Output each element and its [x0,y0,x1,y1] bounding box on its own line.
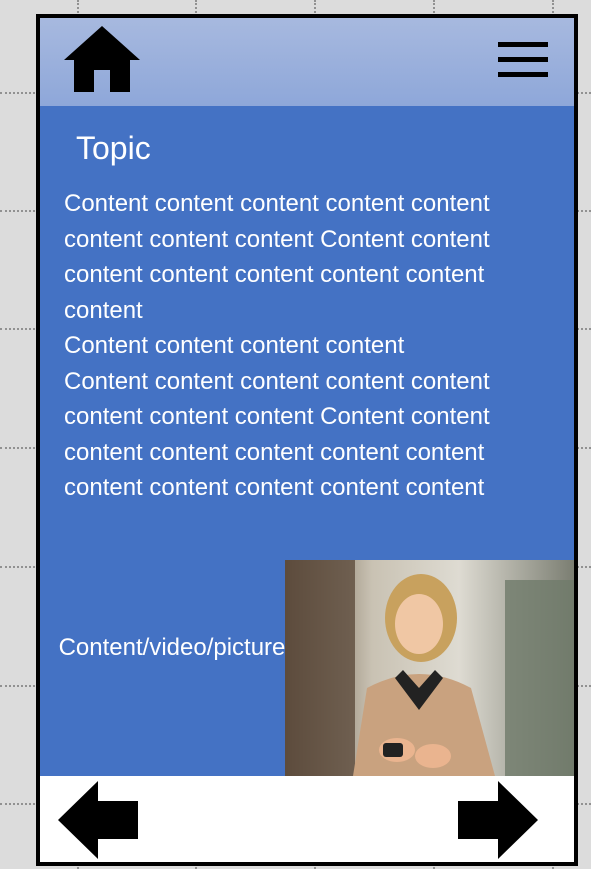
content-paragraph: Content content content content content … [64,367,490,502]
right-arrow-icon[interactable] [453,781,538,859]
content-paragraph: Content content content content content … [64,190,490,324]
content-photo [285,560,574,776]
phone-frame: Topic Content content content content co… [36,14,578,866]
content-text: Content content content content content … [64,186,564,506]
content-paragraph: Content content content content [64,332,405,359]
app-header [40,18,574,106]
left-arrow-icon[interactable] [58,781,143,859]
hamburger-menu-icon[interactable] [498,40,548,80]
topic-heading: Topic [76,130,151,166]
navigation-bar [40,776,574,862]
media-placeholder-label: Content/video/picture [58,634,286,661]
home-icon[interactable] [62,24,142,94]
